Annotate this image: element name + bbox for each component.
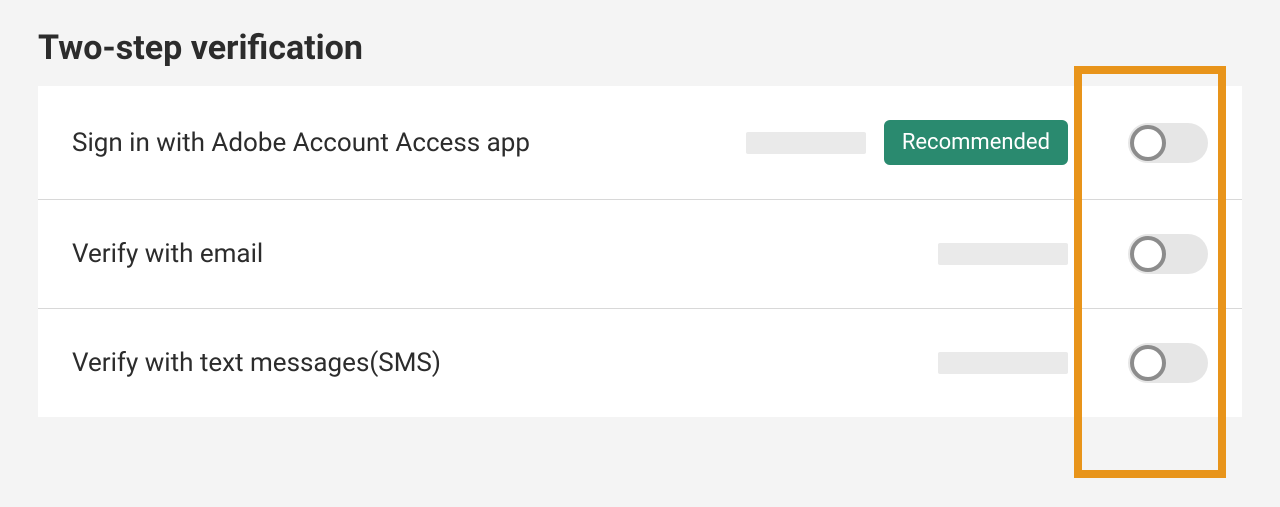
toggle-knob-icon: [1130, 345, 1166, 381]
toggle-sms[interactable]: [1128, 343, 1208, 383]
option-label: Verify with text messages(SMS): [72, 348, 441, 378]
placeholder-bar: [938, 243, 1068, 265]
toggle-knob-icon: [1130, 236, 1166, 272]
placeholder-bar: [746, 132, 866, 154]
option-row-email: Verify with email: [38, 200, 1242, 309]
toggle-email[interactable]: [1128, 234, 1208, 274]
recommended-badge: Recommended: [884, 120, 1068, 165]
toggle-knob-icon: [1130, 125, 1166, 161]
option-label: Sign in with Adobe Account Access app: [72, 128, 530, 158]
section-title: Two-step verification: [38, 28, 1242, 68]
option-row-adobe-app: Sign in with Adobe Account Access app Re…: [38, 86, 1242, 200]
verification-options-list: Sign in with Adobe Account Access app Re…: [38, 86, 1242, 417]
placeholder-bar: [938, 352, 1068, 374]
option-label: Verify with email: [72, 239, 263, 269]
toggle-adobe-app[interactable]: [1128, 123, 1208, 163]
option-row-sms: Verify with text messages(SMS): [38, 309, 1242, 417]
